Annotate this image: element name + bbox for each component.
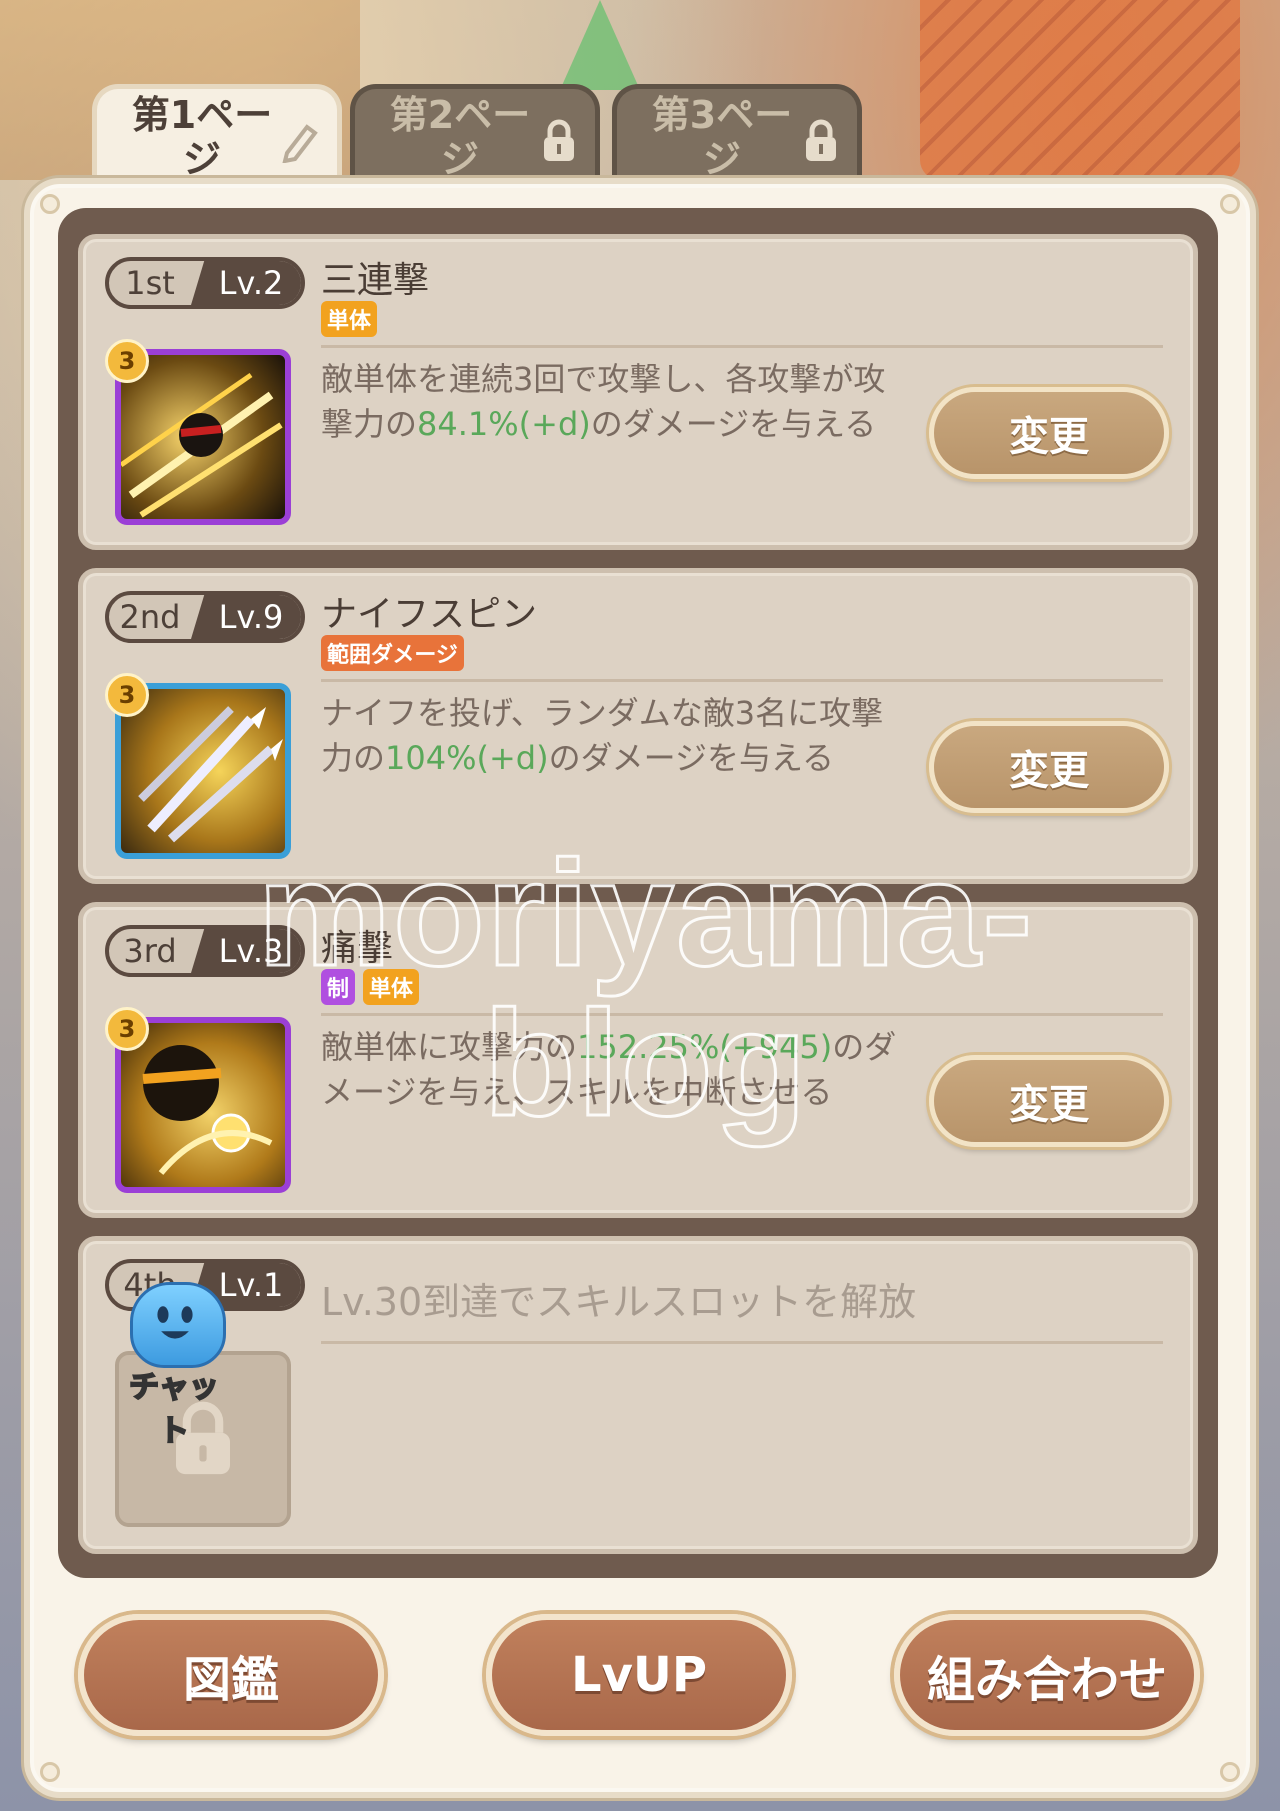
chat-button[interactable]: チャット xyxy=(120,1282,228,1450)
tab-page-2[interactable]: 第2ページ xyxy=(350,84,600,184)
panel-ornament xyxy=(40,194,60,214)
divider xyxy=(321,1341,1163,1344)
chat-label: チャット xyxy=(128,1369,220,1450)
slot-rank: 1st xyxy=(125,264,175,302)
watermark: moriyama-blog xyxy=(256,829,1035,1147)
change-skill-button[interactable]: 変更 xyxy=(929,721,1169,813)
star-badge: 3 xyxy=(105,673,149,717)
divider xyxy=(321,345,1163,348)
chat-icon xyxy=(130,1282,226,1368)
slot-badge: 2nd Lv.9 xyxy=(105,591,305,643)
lock-icon xyxy=(544,119,574,161)
background-tree xyxy=(560,0,640,90)
panel-ornament xyxy=(1220,1762,1240,1782)
panel-ornament xyxy=(40,1762,60,1782)
skill-tags: 範囲ダメージ xyxy=(321,635,464,671)
divider xyxy=(321,679,1163,682)
tag-single-target: 単体 xyxy=(321,301,378,337)
skill-name: ナイフスピン xyxy=(321,594,538,635)
skill-name: 三連撃 xyxy=(321,260,430,301)
slot-level: Lv.9 xyxy=(191,595,301,639)
desc-text: のダメージを与える xyxy=(548,739,835,777)
slot-rank: 2nd xyxy=(119,598,181,636)
skill-tags: 単体 xyxy=(321,301,378,337)
level-up-button[interactable]: LvUP xyxy=(486,1614,792,1736)
tag-area-damage: 範囲ダメージ xyxy=(321,635,464,671)
tab-label: 第2ページ xyxy=(389,92,531,181)
slot-badge: 1st Lv.2 xyxy=(105,257,305,309)
desc-highlight: 104%(+d) xyxy=(385,739,549,777)
combination-button[interactable]: 組み合わせ xyxy=(894,1614,1200,1736)
tab-label: 第3ページ xyxy=(651,92,793,181)
change-skill-button[interactable]: 変更 xyxy=(929,387,1169,479)
encyclopedia-button[interactable]: 図鑑 xyxy=(78,1614,384,1736)
background-roof xyxy=(920,0,1240,180)
star-badge: 3 xyxy=(105,339,149,383)
pencil-icon xyxy=(282,124,318,163)
desc-text: のダメージを与える xyxy=(590,405,877,443)
slot-level: Lv.2 xyxy=(191,261,301,305)
unlock-requirement: Lv.30到達でスキルスロットを解放 xyxy=(321,1280,917,1324)
skill-card-4-locked: 4th Lv.1 Lv.30到達でスキルスロットを解放 xyxy=(78,1236,1198,1554)
tab-page-1[interactable]: 第1ページ xyxy=(92,84,342,184)
skill-description: 敵単体を連続3回で攻撃し、各攻撃が攻撃力の84.1%(+d)のダメージを与える xyxy=(321,357,901,447)
tab-label: 第1ページ xyxy=(131,92,273,181)
desc-highlight: 84.1%(+d) xyxy=(417,405,591,443)
skill-description: ナイフを投げ、ランダムな敵3名に攻撃力の104%(+d)のダメージを与える xyxy=(321,691,901,781)
lock-icon xyxy=(806,119,836,161)
tab-page-3[interactable]: 第3ページ xyxy=(612,84,862,184)
panel-ornament xyxy=(1220,194,1240,214)
skill-card-1: 1st Lv.2 三連撃 単体 敵単体を連続3回で攻撃し、各攻撃が攻撃力の84.… xyxy=(78,234,1198,550)
